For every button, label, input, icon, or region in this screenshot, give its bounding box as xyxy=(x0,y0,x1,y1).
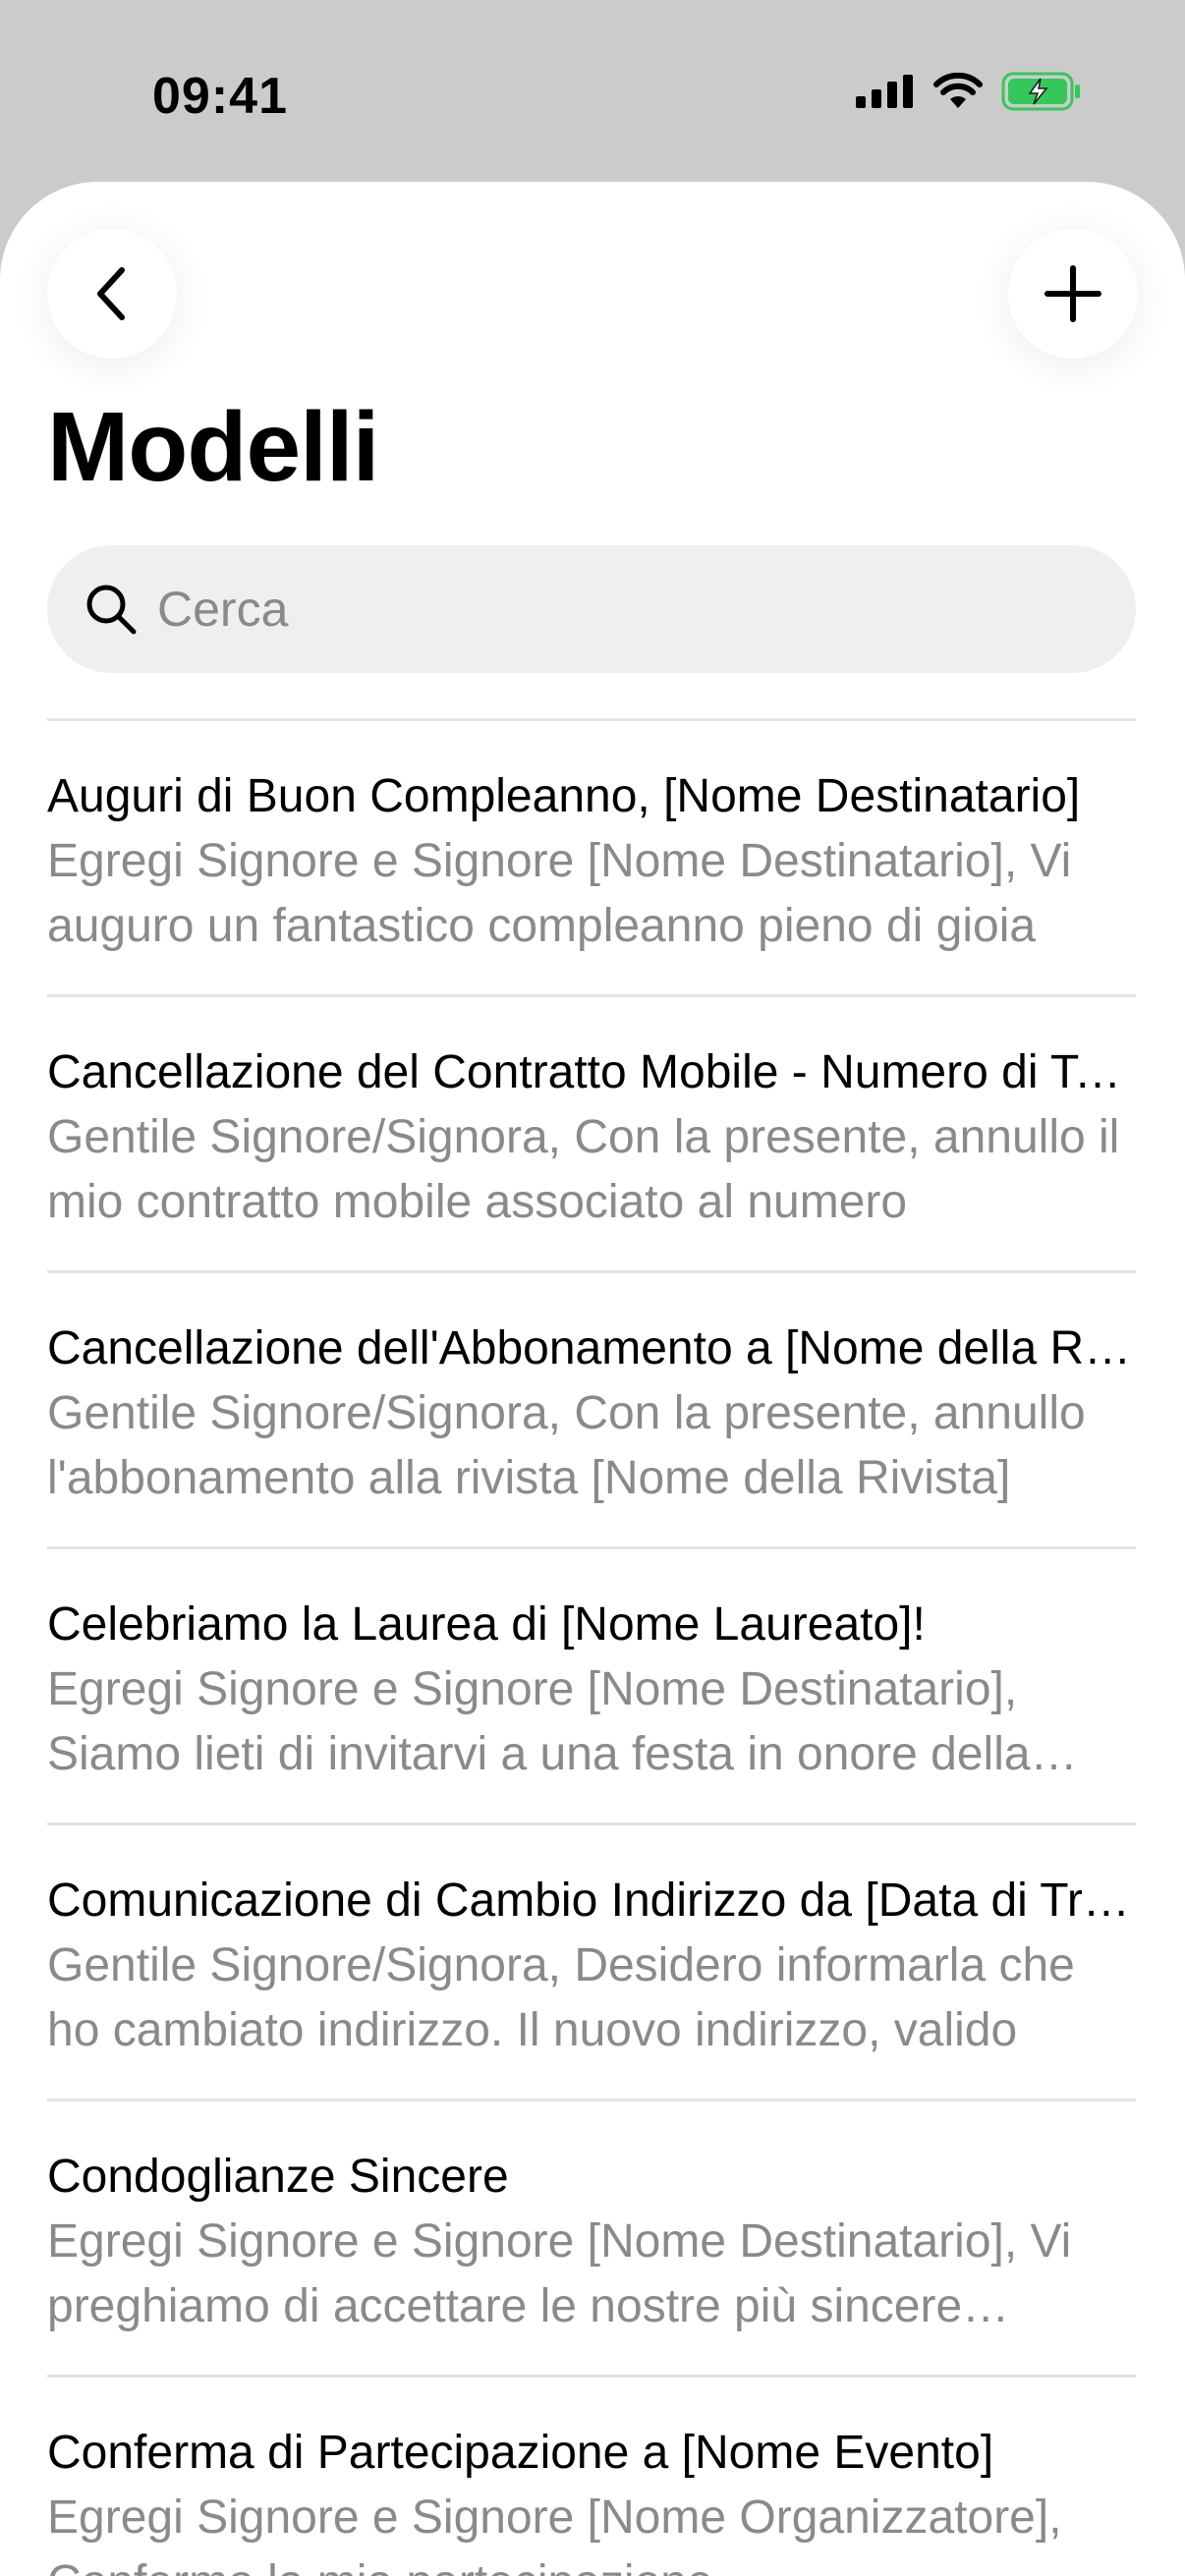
back-button[interactable] xyxy=(47,229,177,359)
template-list-item[interactable]: Cancellazione del Contratto Mobile - Num… xyxy=(47,994,1136,1270)
template-preview: Gentile Signore/Signora, Con la presente… xyxy=(47,1387,1086,1504)
template-list-item[interactable]: Conferma di Partecipazione a [Nome Event… xyxy=(47,2375,1136,2576)
template-title: Conferma di Partecipazione a [Nome Event… xyxy=(47,2427,994,2479)
template-title: Condoglianze Sincere xyxy=(47,2151,509,2203)
template-preview: Gentile Signore/Signora, Desidero inform… xyxy=(47,1939,1075,2056)
status-icons xyxy=(856,72,1082,111)
template-preview: Gentile Signore/Signora, Con la presente… xyxy=(47,1111,1120,1228)
template-title: Celebriamo la Laurea di [Nome Laureato]! xyxy=(47,1598,926,1651)
template-preview: Egregi Signore e Signore [Nome Destinata… xyxy=(47,1663,1031,1780)
template-list-item[interactable]: Comunicazione di Cambio Indirizzo da [Da… xyxy=(47,1822,1136,2099)
plus-icon xyxy=(1044,265,1101,322)
templates-sheet: Modelli Auguri di Buon Compleanno, [Nome… xyxy=(0,182,1185,2576)
template-title: Auguri di Buon Compleanno, [Nome Destina… xyxy=(47,770,1081,822)
page-title: Modelli xyxy=(47,392,379,502)
template-preview: Egregi Signore e Signore [Nome Destinata… xyxy=(47,835,1072,952)
chevron-left-icon xyxy=(97,267,125,320)
template-list-item[interactable]: Condoglianze Sincere Egregi Signore e Sig… xyxy=(47,2099,1136,2375)
template-list-item[interactable]: Cancellazione dell'Abbonamento a [Nome d… xyxy=(47,1270,1136,1546)
search-bar[interactable] xyxy=(47,545,1136,673)
add-template-button[interactable] xyxy=(1008,229,1138,359)
wifi-icon xyxy=(933,73,983,108)
status-time: 09:41 xyxy=(152,68,288,125)
template-preview: Egregi Signore e Signore [Nome Destinata… xyxy=(47,2215,1072,2332)
search-icon xyxy=(86,585,137,635)
template-title: Cancellazione dell'Abbonamento a [Nome d… xyxy=(47,1322,1136,1374)
templates-list: Auguri di Buon Compleanno, [Nome Destina… xyxy=(47,718,1136,2576)
search-input[interactable] xyxy=(157,581,1042,638)
template-title: Comunicazione di Cambio Indirizzo da [Da… xyxy=(47,1875,1136,1927)
battery-charging-icon xyxy=(1001,72,1080,111)
template-list-item[interactable]: Celebriamo la Laurea di [Nome Laureato]!… xyxy=(47,1546,1136,1822)
template-preview: Egregi Signore e Signore [Nome Organizza… xyxy=(47,2492,1062,2576)
template-list-item[interactable]: Auguri di Buon Compleanno, [Nome Destina… xyxy=(47,718,1136,994)
status-bar: 09:41 xyxy=(0,0,1185,182)
cellular-signal-icon xyxy=(856,75,913,108)
template-title: Cancellazione del Contratto Mobile - Num… xyxy=(47,1046,1136,1098)
